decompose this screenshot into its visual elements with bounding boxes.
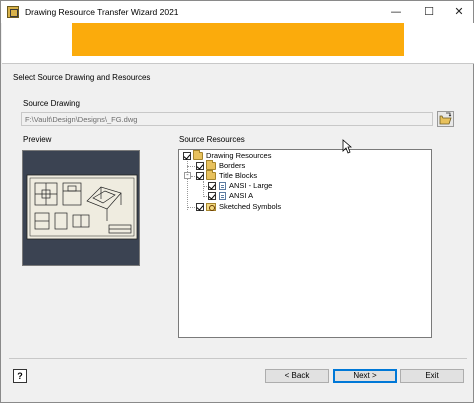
sheet-icon: [219, 182, 226, 190]
tree-item-label: ANSI - Large: [229, 181, 273, 190]
sheet-icon: [219, 192, 226, 200]
folder-icon: [193, 150, 203, 160]
preview-image: [22, 150, 140, 266]
tree-item-borders[interactable]: Borders: [196, 160, 246, 171]
exit-button[interactable]: Exit: [400, 369, 464, 383]
source-drawing-label: Source Drawing: [23, 99, 80, 108]
maximize-button[interactable]: ☐: [414, 1, 444, 23]
tree-item-label: Title Blocks: [219, 171, 258, 180]
tree-item-label: Borders: [219, 161, 246, 170]
next-button[interactable]: Next >: [333, 369, 397, 383]
drawing-thumbnail: [26, 174, 138, 240]
minimize-button[interactable]: —: [381, 1, 411, 23]
wizard-window: Drawing Resource Transfer Wizard 2021 — …: [0, 0, 474, 403]
checkbox[interactable]: [196, 162, 204, 170]
banner-graphic: [72, 23, 404, 56]
checkbox[interactable]: [196, 203, 204, 211]
checkbox[interactable]: [208, 192, 216, 200]
preview-label: Preview: [23, 135, 52, 144]
open-folder-icon: [439, 112, 452, 125]
close-button[interactable]: ✕: [444, 1, 474, 23]
folder-icon: [206, 170, 216, 180]
collapse-toggle[interactable]: -: [184, 172, 191, 179]
tree-item-title-blocks[interactable]: Title Blocks: [196, 170, 258, 181]
title-bar[interactable]: Drawing Resource Transfer Wizard 2021 — …: [1, 1, 473, 23]
tree-connector: [187, 161, 188, 210]
folder-icon: [206, 160, 216, 170]
back-button[interactable]: < Back: [265, 369, 329, 383]
help-button[interactable]: ?: [13, 369, 27, 383]
app-icon: [7, 6, 19, 18]
footer-divider: [9, 358, 467, 359]
mouse-cursor-icon: [342, 139, 352, 154]
header-banner: [2, 23, 474, 63]
tree-item-label: ANSI A: [229, 191, 254, 200]
tree-item-label: Sketched Symbols: [219, 202, 282, 211]
window-title: Drawing Resource Transfer Wizard 2021: [25, 7, 179, 17]
checkbox[interactable]: [208, 182, 216, 190]
source-drawing-path-field[interactable]: F:\Vault\Design\Designs\_FG.dwg: [21, 112, 433, 126]
tree-connector: [203, 181, 204, 197]
browse-button[interactable]: [437, 111, 454, 127]
tree-item-sketched-symbols[interactable]: Sketched Symbols: [196, 202, 281, 212]
tree-item-ansi-a[interactable]: ANSI A: [208, 191, 253, 201]
symbol-folder-icon: [206, 203, 216, 211]
banner-divider: [2, 63, 474, 64]
tree-item-drawing-resources[interactable]: Drawing Resources: [183, 150, 272, 161]
checkbox[interactable]: [196, 172, 204, 180]
source-resources-label: Source Resources: [179, 135, 245, 144]
tree-item-ansi-large[interactable]: ANSI - Large: [208, 181, 272, 191]
section-title: Select Source Drawing and Resources: [13, 73, 151, 82]
tree-item-label: Drawing Resources: [206, 151, 272, 160]
checkbox[interactable]: [183, 152, 191, 160]
resource-tree[interactable]: Drawing Resources Borders - Title Blocks…: [178, 149, 432, 338]
